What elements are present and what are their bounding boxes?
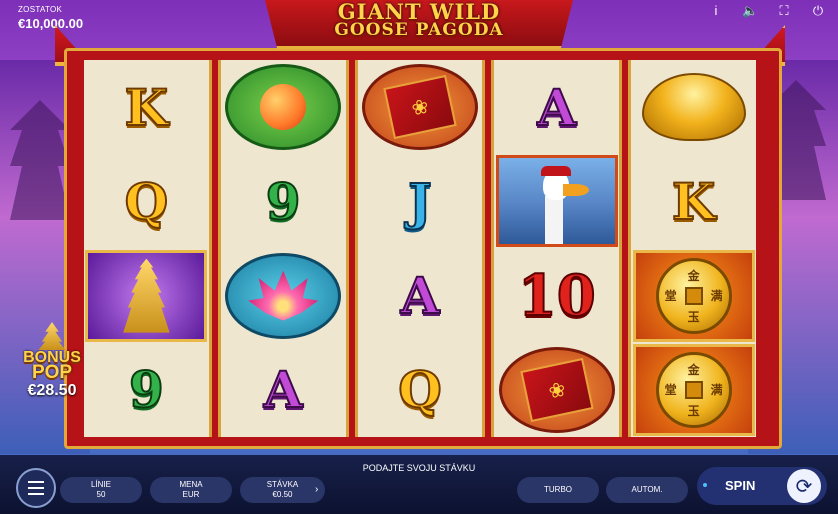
symbol-q: Q xyxy=(397,359,443,420)
currency-selector[interactable]: MENA EUR xyxy=(150,477,232,503)
spin-indicator xyxy=(703,483,707,487)
currency-value: EUR xyxy=(182,490,200,499)
symbol-ingot xyxy=(633,63,755,151)
bonus-pagoda-icon xyxy=(38,322,66,350)
symbol-q: Q xyxy=(124,171,170,232)
bonus-label-2: POP xyxy=(31,362,73,383)
bet-label: STÁVKA xyxy=(266,480,299,489)
info-icon[interactable]: i xyxy=(708,3,724,19)
symbol-peach xyxy=(222,63,344,151)
symbol-pagoda xyxy=(85,249,208,342)
goose-icon xyxy=(495,155,618,248)
symbol-j: J xyxy=(407,171,433,232)
reel-3: ❀ J A Q xyxy=(354,60,486,437)
lotus-icon xyxy=(248,270,319,321)
bet-value: €0.50 xyxy=(272,490,293,499)
spin-label: SPIN xyxy=(725,478,756,493)
reel-4: A 10 ❀ xyxy=(491,60,623,437)
symbol-coin: 金堂满玉 xyxy=(632,343,755,436)
bonus-amount: €28.50 xyxy=(27,382,77,399)
coin-icon: 金堂满玉 xyxy=(655,351,732,428)
symbol-a: A xyxy=(263,359,304,420)
lines-value: 50 xyxy=(96,490,106,499)
game-title-line2: GOOSE PAGODA xyxy=(334,20,504,40)
balance-label: ZOSTATOK xyxy=(18,5,63,14)
symbol-k: K xyxy=(671,171,716,232)
reel-grid: K Q 9 9 A ❀ J A Q A 10 ❀ K 金堂满玉 金 堂 满 玉 xyxy=(84,60,756,437)
menu-button[interactable] xyxy=(16,468,56,508)
peach-icon xyxy=(260,84,307,131)
sound-icon[interactable]: 🔈 xyxy=(742,3,758,19)
symbol-a: A xyxy=(536,77,577,138)
lines-selector[interactable]: LÍNIE 50 xyxy=(60,477,142,503)
coin-icon: 金堂满玉 xyxy=(655,257,732,334)
symbol-envelope: ❀ xyxy=(359,63,481,151)
autoplay-label: AUTOM. xyxy=(631,485,663,494)
reel-1: K Q 9 xyxy=(84,60,212,437)
symbol-coin: 金堂满玉 xyxy=(632,249,755,342)
spin-arrows-icon[interactable]: ⟳ xyxy=(787,469,821,503)
reel-5: K 金堂满玉 金堂满玉 xyxy=(628,60,756,437)
balance-value: €10,000.00 xyxy=(18,16,84,31)
hud-icons: i 🔈 ⛶ ⏻ xyxy=(708,3,826,19)
red-envelope-icon: ❀ xyxy=(520,357,594,422)
turbo-label: TURBO xyxy=(544,485,572,494)
power-icon[interactable]: ⏻ xyxy=(810,3,826,19)
symbol-a: A xyxy=(400,265,441,326)
turbo-button[interactable]: TURBO xyxy=(517,477,599,503)
symbol-9: 9 xyxy=(265,171,302,232)
pagoda-silhouette-left xyxy=(10,100,70,220)
hamburger-icon xyxy=(28,481,44,483)
pagoda-icon xyxy=(123,258,170,333)
chevron-right-icon[interactable]: › xyxy=(315,484,318,495)
red-envelope-icon: ❀ xyxy=(383,75,457,140)
bonus-pop-badge: BONUS POP €28.50 xyxy=(18,322,86,412)
lines-label: LÍNIE xyxy=(90,480,111,489)
fullscreen-icon[interactable]: ⛶ xyxy=(776,3,792,19)
reel-2: 9 A xyxy=(217,60,349,437)
gold-ingot-icon xyxy=(641,73,746,142)
symbol-lotus xyxy=(222,252,344,340)
symbol-envelope: ❀ xyxy=(496,346,618,434)
symbol-goose xyxy=(495,155,618,248)
symbol-10: 10 xyxy=(517,262,597,330)
autoplay-button[interactable]: AUTOM. xyxy=(606,477,688,503)
currency-label: MENA xyxy=(179,480,203,489)
symbol-k: K xyxy=(124,77,169,138)
symbol-9: 9 xyxy=(128,359,165,420)
bet-selector[interactable]: STÁVKA €0.50 xyxy=(240,477,325,503)
